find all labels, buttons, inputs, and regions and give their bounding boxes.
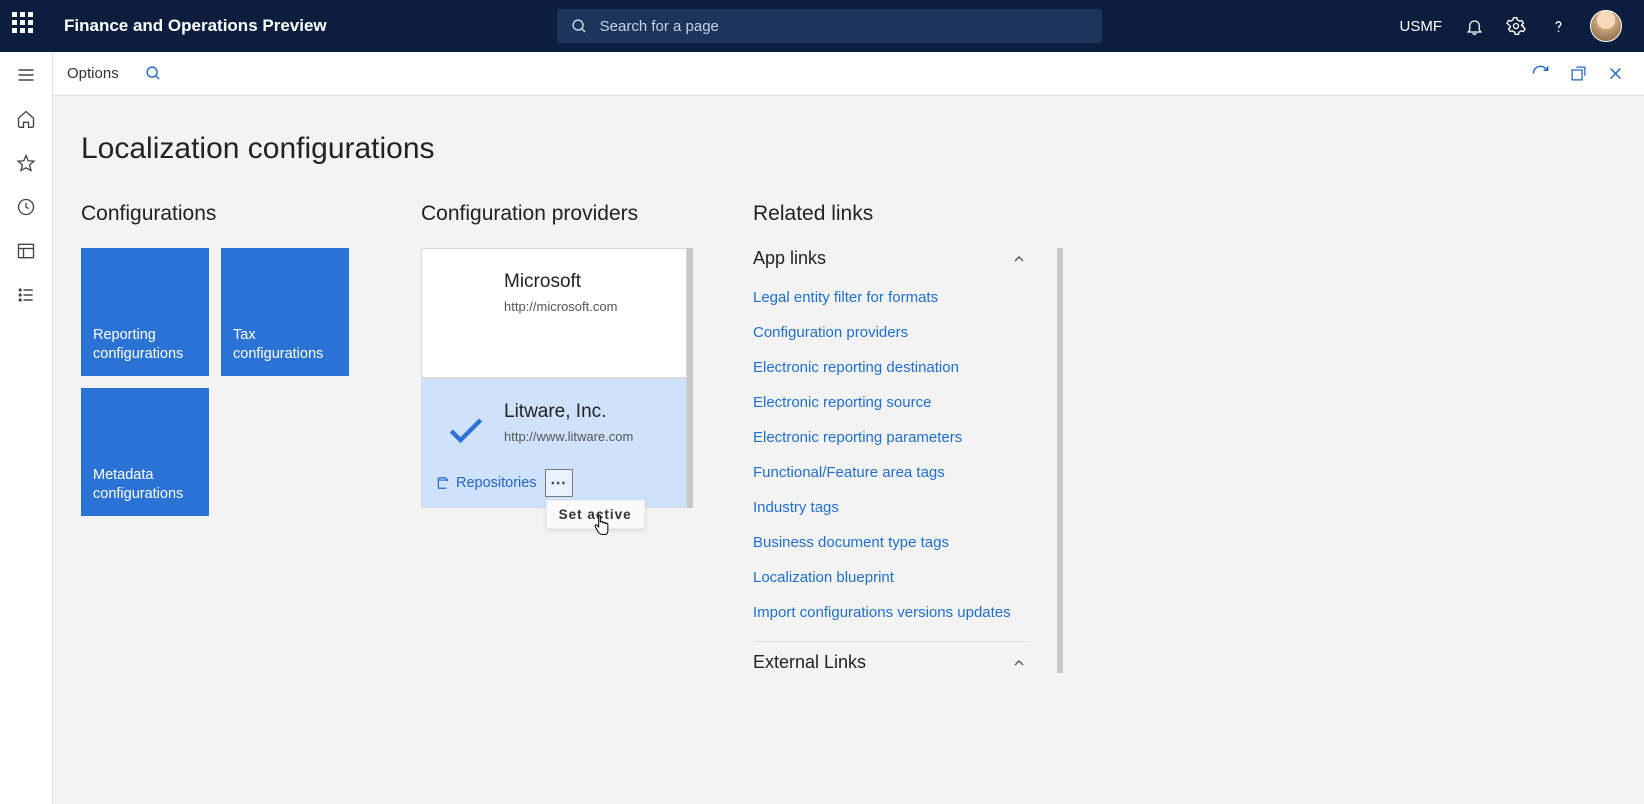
help-icon[interactable] (1548, 16, 1568, 36)
link-er-parameters[interactable]: Electronic reporting parameters (753, 429, 1027, 446)
more-actions-button[interactable]: ⋯ Set active (545, 469, 573, 497)
app-launcher-icon[interactable] (12, 12, 40, 40)
notifications-icon[interactable] (1464, 16, 1484, 36)
repositories-label: Repositories (456, 475, 537, 491)
page-title: Localization configurations (81, 132, 1616, 166)
app-links-list: Legal entity filter for formats Configur… (753, 281, 1027, 621)
favorites-icon[interactable] (15, 152, 37, 174)
link-localization-blueprint[interactable]: Localization blueprint (753, 569, 1027, 586)
app-title: Finance and Operations Preview (64, 16, 327, 36)
user-avatar[interactable] (1590, 10, 1622, 42)
refresh-icon[interactable] (1531, 64, 1550, 83)
left-nav-rail (0, 52, 53, 804)
top-nav: Finance and Operations Preview Search fo… (0, 0, 1644, 52)
app-links-header[interactable]: App links (753, 248, 1027, 269)
link-configuration-providers[interactable]: Configuration providers (753, 324, 1027, 341)
provider-url: http://microsoft.com (504, 299, 672, 314)
ellipsis-icon: ⋯ (550, 473, 567, 493)
configurations-heading: Configurations (81, 202, 361, 226)
search-icon (571, 18, 588, 35)
nav-right: USMF (1400, 10, 1623, 42)
tile-reporting-configurations[interactable]: Reporting configurations (81, 248, 209, 376)
link-er-destination[interactable]: Electronic reporting destination (753, 359, 1027, 376)
external-links-header[interactable]: External Links (753, 652, 1027, 673)
providers-heading: Configuration providers (421, 202, 693, 226)
provider-name: Litware, Inc. (504, 401, 672, 423)
chevron-up-icon (1011, 251, 1027, 267)
link-legal-entity-filter[interactable]: Legal entity filter for formats (753, 289, 1027, 306)
link-feature-area-tags[interactable]: Functional/Feature area tags (753, 464, 1027, 481)
related-links-column: Related links App links Legal entity fil… (753, 202, 1063, 685)
providers-column: Configuration providers Microsoft http:/… (421, 202, 693, 508)
search-input[interactable]: Search for a page (557, 9, 1102, 43)
link-industry-tags[interactable]: Industry tags (753, 499, 1027, 516)
provider-name: Microsoft (504, 271, 672, 293)
section-divider (753, 641, 1027, 642)
tile-label: Metadata configurations (93, 466, 197, 504)
related-links-heading: Related links (753, 202, 1063, 226)
tile-tax-configurations[interactable]: Tax configurations (221, 248, 349, 376)
hamburger-icon[interactable] (15, 64, 37, 86)
provider-card-microsoft[interactable]: Microsoft http://microsoft.com (421, 248, 687, 378)
link-document-type-tags[interactable]: Business document type tags (753, 534, 1027, 551)
repositories-link[interactable]: Repositories (436, 475, 537, 491)
external-links-label: External Links (753, 652, 866, 673)
recent-icon[interactable] (15, 196, 37, 218)
link-import-config-updates[interactable]: Import configurations versions updates (753, 604, 1027, 621)
page-content: Localization configurations Configuratio… (53, 96, 1644, 804)
action-bar: Options (53, 52, 1644, 96)
close-icon[interactable] (1607, 64, 1624, 83)
link-er-source[interactable]: Electronic reporting source (753, 394, 1027, 411)
tile-metadata-configurations[interactable]: Metadata configurations (81, 388, 209, 516)
repositories-icon (436, 476, 450, 490)
tile-label: Tax configurations (233, 326, 337, 364)
tile-label: Reporting configurations (93, 326, 197, 364)
provider-url: http://www.litware.com (504, 429, 672, 444)
options-menu[interactable]: Options (67, 65, 119, 82)
search-placeholder: Search for a page (600, 18, 719, 35)
home-icon[interactable] (15, 108, 37, 130)
modules-icon[interactable] (15, 284, 37, 306)
check-icon (444, 409, 488, 458)
chevron-up-icon (1011, 655, 1027, 671)
configurations-column: Configurations Reporting configurations … (81, 202, 361, 516)
app-links-label: App links (753, 248, 826, 269)
entity-selector[interactable]: USMF (1400, 18, 1443, 35)
provider-card-litware[interactable]: Litware, Inc. http://www.litware.com Rep… (421, 378, 687, 508)
gear-icon[interactable] (1506, 16, 1526, 36)
filter-search-icon[interactable] (145, 65, 162, 82)
more-tooltip[interactable]: Set active (546, 500, 645, 529)
workspaces-icon[interactable] (15, 240, 37, 262)
popout-icon[interactable] (1570, 64, 1587, 83)
